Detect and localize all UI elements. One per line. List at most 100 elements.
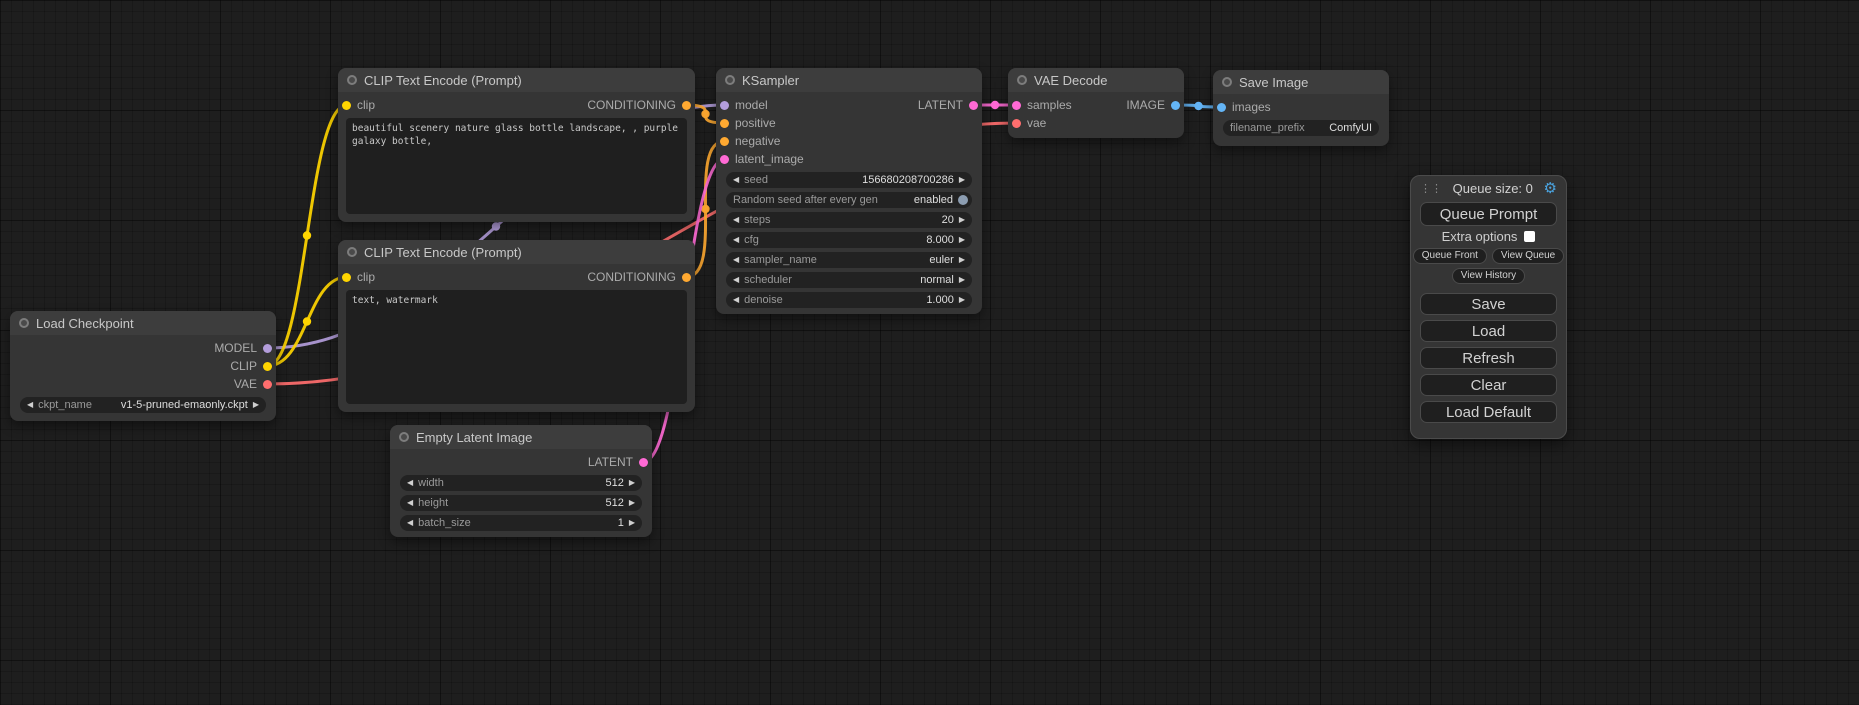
increment-arrow-icon[interactable]: ▶ bbox=[629, 479, 635, 487]
decrement-arrow-icon[interactable]: ◀ bbox=[407, 479, 413, 487]
widget-filename-prefix[interactable]: filename_prefixComfyUI bbox=[1223, 120, 1379, 136]
refresh-button[interactable]: Refresh bbox=[1420, 347, 1557, 369]
increment-arrow-icon[interactable]: ▶ bbox=[959, 216, 965, 224]
node-title-label: Empty Latent Image bbox=[416, 430, 532, 445]
node-title-label: KSampler bbox=[742, 73, 799, 88]
collapse-toggle-icon[interactable] bbox=[399, 432, 409, 442]
collapse-toggle-icon[interactable] bbox=[19, 318, 29, 328]
output-port-clip[interactable] bbox=[263, 362, 272, 371]
node-title-label: VAE Decode bbox=[1034, 73, 1107, 88]
collapse-toggle-icon[interactable] bbox=[1017, 75, 1027, 85]
clear-button[interactable]: Clear bbox=[1420, 374, 1557, 396]
widget-height[interactable]: ◀height512▶ bbox=[400, 495, 642, 511]
queue-size-label: Queue size: 0 bbox=[1442, 181, 1544, 196]
queue-prompt-button[interactable]: Queue Prompt bbox=[1420, 202, 1557, 226]
output-port-latent[interactable] bbox=[969, 101, 978, 110]
increment-arrow-icon[interactable]: ▶ bbox=[629, 499, 635, 507]
output-port-model[interactable] bbox=[263, 344, 272, 353]
decrement-arrow-icon[interactable]: ◀ bbox=[407, 499, 413, 507]
output-port-vae[interactable] bbox=[263, 380, 272, 389]
widget-seed[interactable]: ◀seed156680208700286▶ bbox=[726, 172, 972, 188]
input-port-samples[interactable] bbox=[1012, 101, 1021, 110]
widget-denoise[interactable]: ◀denoise1.000▶ bbox=[726, 292, 972, 308]
node-title-label: Load Checkpoint bbox=[36, 316, 134, 331]
prompt-text-input[interactable]: text, watermark bbox=[346, 290, 687, 404]
extra-options-checkbox[interactable] bbox=[1524, 231, 1535, 242]
node-ksampler[interactable]: KSamplermodelLATENTpositivenegativelaten… bbox=[716, 68, 982, 314]
input-port-negative[interactable] bbox=[720, 137, 729, 146]
widget-scheduler[interactable]: ◀schedulernormal▶ bbox=[726, 272, 972, 288]
widget-random-seed-after-every-gen[interactable]: Random seed after every genenabled bbox=[726, 192, 972, 208]
link-midpoint-dot[interactable] bbox=[303, 317, 311, 325]
input-port-clip[interactable] bbox=[342, 101, 351, 110]
increment-arrow-icon[interactable]: ▶ bbox=[959, 256, 965, 264]
link-midpoint-dot[interactable] bbox=[991, 101, 999, 109]
link-midpoint-dot[interactable] bbox=[1194, 102, 1202, 110]
decrement-arrow-icon[interactable]: ◀ bbox=[733, 256, 739, 264]
input-port-model[interactable] bbox=[720, 101, 729, 110]
widget-ckpt-name[interactable]: ◀ckpt_namev1-5-pruned-emaonly.ckpt▶ bbox=[20, 397, 266, 413]
decrement-arrow-icon[interactable]: ◀ bbox=[733, 216, 739, 224]
input-port-images[interactable] bbox=[1217, 103, 1226, 112]
input-port-latent-image[interactable] bbox=[720, 155, 729, 164]
view-history-button[interactable]: View History bbox=[1452, 268, 1525, 284]
decrement-arrow-icon[interactable]: ◀ bbox=[27, 401, 33, 409]
increment-arrow-icon[interactable]: ▶ bbox=[629, 519, 635, 527]
save-button[interactable]: Save bbox=[1420, 293, 1557, 315]
link-midpoint-dot[interactable] bbox=[303, 231, 311, 239]
view-queue-button[interactable]: View Queue bbox=[1492, 248, 1564, 264]
link-midpoint-dot[interactable] bbox=[701, 205, 709, 213]
output-port-conditioning[interactable] bbox=[682, 101, 691, 110]
node-title-label: CLIP Text Encode (Prompt) bbox=[364, 73, 522, 88]
decrement-arrow-icon[interactable]: ◀ bbox=[407, 519, 413, 527]
input-port-clip[interactable] bbox=[342, 273, 351, 282]
collapse-toggle-icon[interactable] bbox=[347, 247, 357, 257]
settings-gear-icon[interactable]: ⚙ bbox=[1544, 181, 1557, 196]
increment-arrow-icon[interactable]: ▶ bbox=[959, 296, 965, 304]
node-empty-latent-image[interactable]: Empty Latent ImageLATENT◀width512▶◀heigh… bbox=[390, 425, 652, 537]
history-row: View History bbox=[1411, 268, 1566, 284]
link-midpoint-dot[interactable] bbox=[492, 222, 500, 230]
output-port-conditioning[interactable] bbox=[682, 273, 691, 282]
menu-header: ⋮⋮ Queue size: 0 ⚙ bbox=[1411, 176, 1566, 198]
increment-arrow-icon[interactable]: ▶ bbox=[253, 401, 259, 409]
load-default-button[interactable]: Load Default bbox=[1420, 401, 1557, 423]
collapse-toggle-icon[interactable] bbox=[347, 75, 357, 85]
increment-arrow-icon[interactable]: ▶ bbox=[959, 276, 965, 284]
increment-arrow-icon[interactable]: ▶ bbox=[959, 176, 965, 184]
node-title-label: CLIP Text Encode (Prompt) bbox=[364, 245, 522, 260]
queue-front-button[interactable]: Queue Front bbox=[1413, 248, 1487, 264]
increment-arrow-icon[interactable]: ▶ bbox=[959, 236, 965, 244]
decrement-arrow-icon[interactable]: ◀ bbox=[733, 276, 739, 284]
input-port-vae[interactable] bbox=[1012, 119, 1021, 128]
input-port-positive[interactable] bbox=[720, 119, 729, 128]
load-button[interactable]: Load bbox=[1420, 320, 1557, 342]
collapse-toggle-icon[interactable] bbox=[725, 75, 735, 85]
widget-steps[interactable]: ◀steps20▶ bbox=[726, 212, 972, 228]
workflow-actions: Save Load Refresh Clear Load Default bbox=[1411, 293, 1566, 423]
decrement-arrow-icon[interactable]: ◀ bbox=[733, 176, 739, 184]
node-vae-decode[interactable]: VAE DecodesamplesIMAGEvae bbox=[1008, 68, 1184, 138]
output-port-latent[interactable] bbox=[639, 458, 648, 467]
widget-sampler-name[interactable]: ◀sampler_nameeuler▶ bbox=[726, 252, 972, 268]
toggle-knob-icon[interactable] bbox=[958, 195, 968, 205]
node-clip-text-encode-negative[interactable]: CLIP Text Encode (Prompt)clipCONDITIONIN… bbox=[338, 240, 695, 412]
extra-options-row: Extra options bbox=[1411, 229, 1566, 244]
output-port-image[interactable] bbox=[1171, 101, 1180, 110]
node-load-checkpoint[interactable]: Load CheckpointMODELCLIPVAE◀ckpt_namev1-… bbox=[10, 311, 276, 421]
drag-handle-icon[interactable]: ⋮⋮ bbox=[1420, 182, 1442, 195]
node-clip-text-encode-positive[interactable]: CLIP Text Encode (Prompt)clipCONDITIONIN… bbox=[338, 68, 695, 222]
node-title-label: Save Image bbox=[1239, 75, 1308, 90]
link-midpoint-dot[interactable] bbox=[701, 110, 709, 118]
decrement-arrow-icon[interactable]: ◀ bbox=[733, 296, 739, 304]
decrement-arrow-icon[interactable]: ◀ bbox=[733, 236, 739, 244]
queue-menu-panel: ⋮⋮ Queue size: 0 ⚙ Queue Prompt Extra op… bbox=[1410, 175, 1567, 439]
node-graph-canvas[interactable]: ⋮⋮ Queue size: 0 ⚙ Queue Prompt Extra op… bbox=[0, 0, 1859, 705]
widget-width[interactable]: ◀width512▶ bbox=[400, 475, 642, 491]
widget-batch-size[interactable]: ◀batch_size1▶ bbox=[400, 515, 642, 531]
node-save-image[interactable]: Save Imageimagesfilename_prefixComfyUI bbox=[1213, 70, 1389, 146]
queue-actions-row: Queue Front View Queue bbox=[1411, 248, 1566, 264]
collapse-toggle-icon[interactable] bbox=[1222, 77, 1232, 87]
prompt-text-input[interactable]: beautiful scenery nature glass bottle la… bbox=[346, 118, 687, 214]
widget-cfg[interactable]: ◀cfg8.000▶ bbox=[726, 232, 972, 248]
